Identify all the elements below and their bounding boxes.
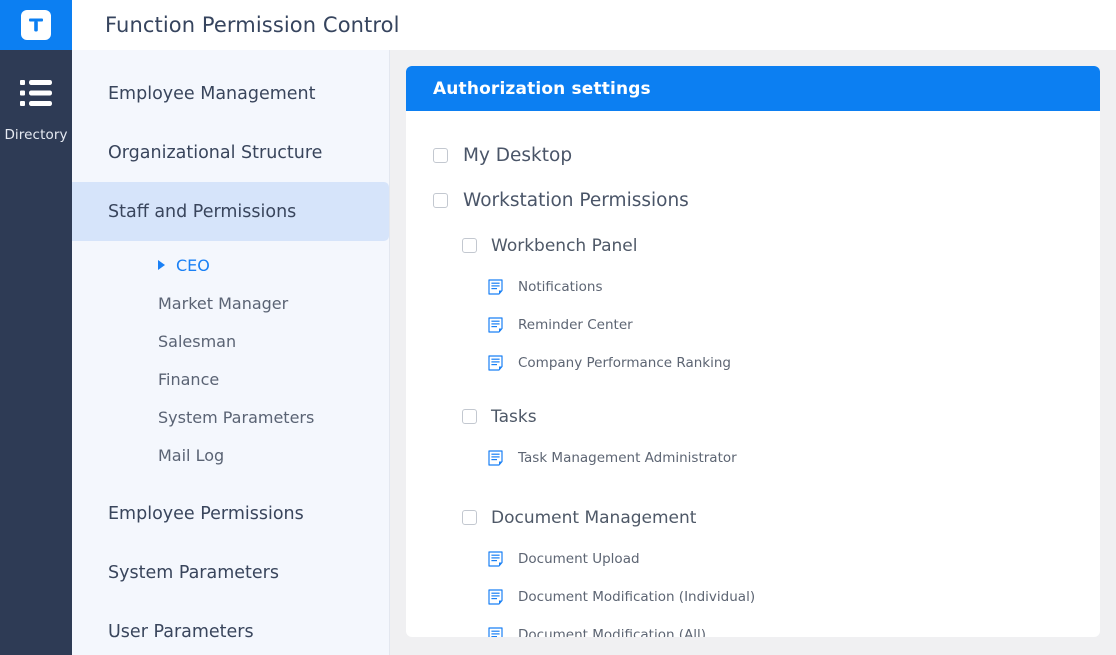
authorization-settings-card: Authorization settings My Desktop Workst…: [406, 66, 1100, 637]
document-icon: [488, 317, 503, 333]
nav-sub-item-system-parameters[interactable]: System Parameters: [72, 398, 389, 436]
list-icon: [20, 80, 52, 106]
document-icon: [488, 627, 503, 637]
checkbox-document-management[interactable]: [462, 510, 477, 525]
tree-row-label: Tasks: [491, 406, 537, 427]
document-icon: [488, 589, 503, 605]
right-region: Function Permission Control Employee Man…: [72, 0, 1116, 655]
checkbox-tasks[interactable]: [462, 409, 477, 424]
tree-row-label: Company Performance Ranking: [518, 355, 731, 371]
main-content: Authorization settings My Desktop Workst…: [390, 50, 1116, 655]
nav-item-user-parameters[interactable]: User Parameters: [72, 602, 389, 655]
nav-sub-item-label: Mail Log: [158, 445, 225, 465]
nav-sub-item-mail-log[interactable]: Mail Log: [72, 436, 389, 474]
document-icon: [488, 551, 503, 567]
tree-row[interactable]: Document Upload: [406, 540, 1100, 578]
nav-sub-item-ceo[interactable]: CEO: [72, 246, 389, 284]
nav-sub-list: CEO Market Manager Salesman Finance Syst…: [72, 241, 389, 484]
nav-item-organizational-structure[interactable]: Organizational Structure: [72, 123, 389, 182]
nav-item-system-parameters[interactable]: System Parameters: [72, 543, 389, 602]
document-icon: [488, 279, 503, 295]
tree-row-label: Document Modification (Individual): [518, 589, 756, 605]
tree-row[interactable]: Document Management: [406, 495, 1100, 540]
tree-row-label: Document Upload: [518, 551, 640, 567]
caret-right-icon: [158, 260, 165, 270]
nav-item-label: Employee Management: [108, 83, 316, 104]
tree-row-label: Document Management: [491, 507, 697, 528]
document-icon: [488, 355, 503, 371]
nav-sub-item-label: Finance: [158, 369, 220, 389]
nav-item-label: Staff and Permissions: [108, 201, 297, 222]
rail-item-label: Directory: [4, 127, 68, 143]
card-header: Authorization settings: [406, 66, 1100, 111]
icon-rail: Directory: [0, 0, 72, 655]
tree-row[interactable]: Tasks: [406, 394, 1100, 439]
t-logo-icon: [29, 18, 43, 32]
document-icon: [488, 450, 503, 466]
tree-row[interactable]: Workbench Panel: [406, 223, 1100, 268]
tree-row-label: Reminder Center: [518, 317, 633, 333]
tree-row-label: Workbench Panel: [491, 235, 638, 256]
tree-row-label: Notifications: [518, 279, 603, 295]
app-window: Directory Function Permission Control Em…: [0, 0, 1116, 655]
checkbox-workbench-panel[interactable]: [462, 238, 477, 253]
nav-item-label: User Parameters: [108, 621, 254, 642]
tree-row[interactable]: Task Management Administrator: [406, 439, 1100, 477]
body-row: Employee Management Organizational Struc…: [72, 50, 1116, 655]
tree-row-label: Task Management Administrator: [518, 450, 737, 466]
top-bar: Function Permission Control: [72, 0, 1116, 50]
nav-item-employee-permissions[interactable]: Employee Permissions: [72, 484, 389, 543]
nav-sub-item-salesman[interactable]: Salesman: [72, 322, 389, 360]
tree-row[interactable]: Reminder Center: [406, 306, 1100, 344]
tree-row-label: Workstation Permissions: [463, 190, 689, 211]
tree-row[interactable]: Notifications: [406, 268, 1100, 306]
tree-row[interactable]: Company Performance Ranking: [406, 344, 1100, 382]
rail-item-directory[interactable]: Directory: [0, 78, 72, 143]
nav-item-label: System Parameters: [108, 562, 279, 583]
card-header-title: Authorization settings: [433, 78, 651, 99]
checkbox-workstation-permissions[interactable]: [433, 193, 448, 208]
logo-badge: [21, 10, 51, 40]
nav-sub-item-finance[interactable]: Finance: [72, 360, 389, 398]
tree-row[interactable]: My Desktop: [406, 133, 1100, 178]
tree-row-label: Document Modification (All): [518, 627, 707, 637]
nav-sub-item-market-manager[interactable]: Market Manager: [72, 284, 389, 322]
tree-row[interactable]: Document Modification (All): [406, 616, 1100, 637]
nav-sub-item-label: Market Manager: [158, 293, 289, 313]
nav-item-employee-management[interactable]: Employee Management: [72, 64, 389, 123]
tree-row-label: My Desktop: [463, 145, 573, 166]
permission-tree: My Desktop Workstation Permissions Workb…: [406, 111, 1100, 637]
nav-item-label: Employee Permissions: [108, 503, 304, 524]
nav-sub-item-label: System Parameters: [158, 407, 315, 427]
secondary-nav: Employee Management Organizational Struc…: [72, 50, 390, 655]
tree-row[interactable]: Document Modification (Individual): [406, 578, 1100, 616]
nav-sub-item-label: CEO: [176, 255, 210, 275]
nav-sub-item-label: Salesman: [158, 331, 237, 351]
app-logo[interactable]: [0, 0, 72, 50]
page-title: Function Permission Control: [105, 13, 400, 37]
checkbox-my-desktop[interactable]: [433, 148, 448, 163]
nav-item-label: Organizational Structure: [108, 142, 323, 163]
tree-row[interactable]: Workstation Permissions: [406, 178, 1100, 223]
nav-item-staff-and-permissions[interactable]: Staff and Permissions: [72, 182, 389, 241]
